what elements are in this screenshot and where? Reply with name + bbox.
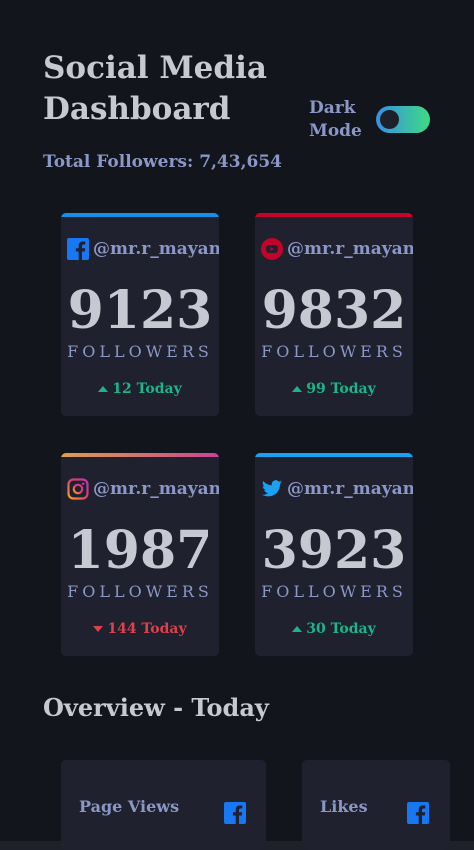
card-youtube[interactable]: @mr.r_mayank 9832 FOLLOWERS 99 Today [255, 213, 413, 416]
today-change: 99 Today [255, 381, 413, 397]
facebook-icon [407, 802, 429, 824]
toggle-knob [380, 110, 399, 129]
down-arrow-icon [93, 626, 104, 632]
dark-mode-label: Dark Mode [309, 98, 362, 141]
follower-count: 9832 [261, 280, 407, 341]
instagram-icon [67, 478, 89, 500]
follower-count: 1987 [67, 520, 213, 581]
followers-label: FOLLOWERS [261, 342, 407, 361]
today-change: 144 Today [61, 621, 219, 637]
today-text: 99 Today [306, 381, 376, 397]
handle-text: @mr.r_mayank [93, 479, 219, 499]
facebook-icon [67, 238, 89, 260]
up-arrow-icon [98, 386, 109, 392]
youtube-icon [261, 238, 283, 260]
card-handle: @mr.r_mayank [67, 477, 219, 501]
card-handle: @mr.r_mayank [67, 237, 219, 261]
overview-card-label: Page Views [79, 797, 180, 816]
twitter-icon [261, 478, 283, 500]
today-text: 144 Today [107, 621, 187, 637]
today-text: 12 Today [112, 381, 182, 397]
followers-label: FOLLOWERS [67, 342, 213, 361]
dashboard-page: Social Media Dashboard Total Followers: … [0, 0, 474, 850]
card-handle: @mr.r_mayank [261, 477, 413, 501]
handle-text: @mr.r_mayank [287, 239, 413, 259]
card-accent-bar [61, 453, 219, 457]
today-change: 12 Today [61, 381, 219, 397]
followers-label: FOLLOWERS [67, 582, 213, 601]
overview-title: Overview - Today [43, 693, 269, 722]
up-arrow-icon [292, 386, 303, 392]
today-text: 30 Today [306, 621, 376, 637]
facebook-icon [224, 802, 246, 824]
follower-count: 3923 [261, 520, 407, 581]
overview-card-page-views[interactable]: Page Views [61, 760, 266, 850]
page-title: Social Media Dashboard [43, 50, 267, 127]
card-facebook[interactable]: @mr.r_mayank 9123 FOLLOWERS 12 Today [61, 213, 219, 416]
followers-label: FOLLOWERS [261, 582, 407, 601]
card-accent-bar [61, 213, 219, 217]
card-accent-bar [255, 453, 413, 457]
total-followers: Total Followers: 7,43,654 [43, 152, 282, 172]
up-arrow-icon [292, 626, 303, 632]
overview-card-likes[interactable]: Likes [302, 760, 450, 850]
card-instagram[interactable]: @mr.r_mayank 1987 FOLLOWERS 144 Today [61, 453, 219, 656]
card-twitter[interactable]: @mr.r_mayank 3923 FOLLOWERS 30 Today [255, 453, 413, 656]
today-change: 30 Today [255, 621, 413, 637]
handle-text: @mr.r_mayank [93, 239, 219, 259]
card-accent-bar [255, 213, 413, 217]
follower-count: 9123 [67, 280, 213, 341]
dark-mode-toggle[interactable] [376, 106, 430, 133]
overview-card-label: Likes [320, 797, 368, 816]
card-handle: @mr.r_mayank [261, 237, 413, 261]
handle-text: @mr.r_mayank [287, 479, 413, 499]
